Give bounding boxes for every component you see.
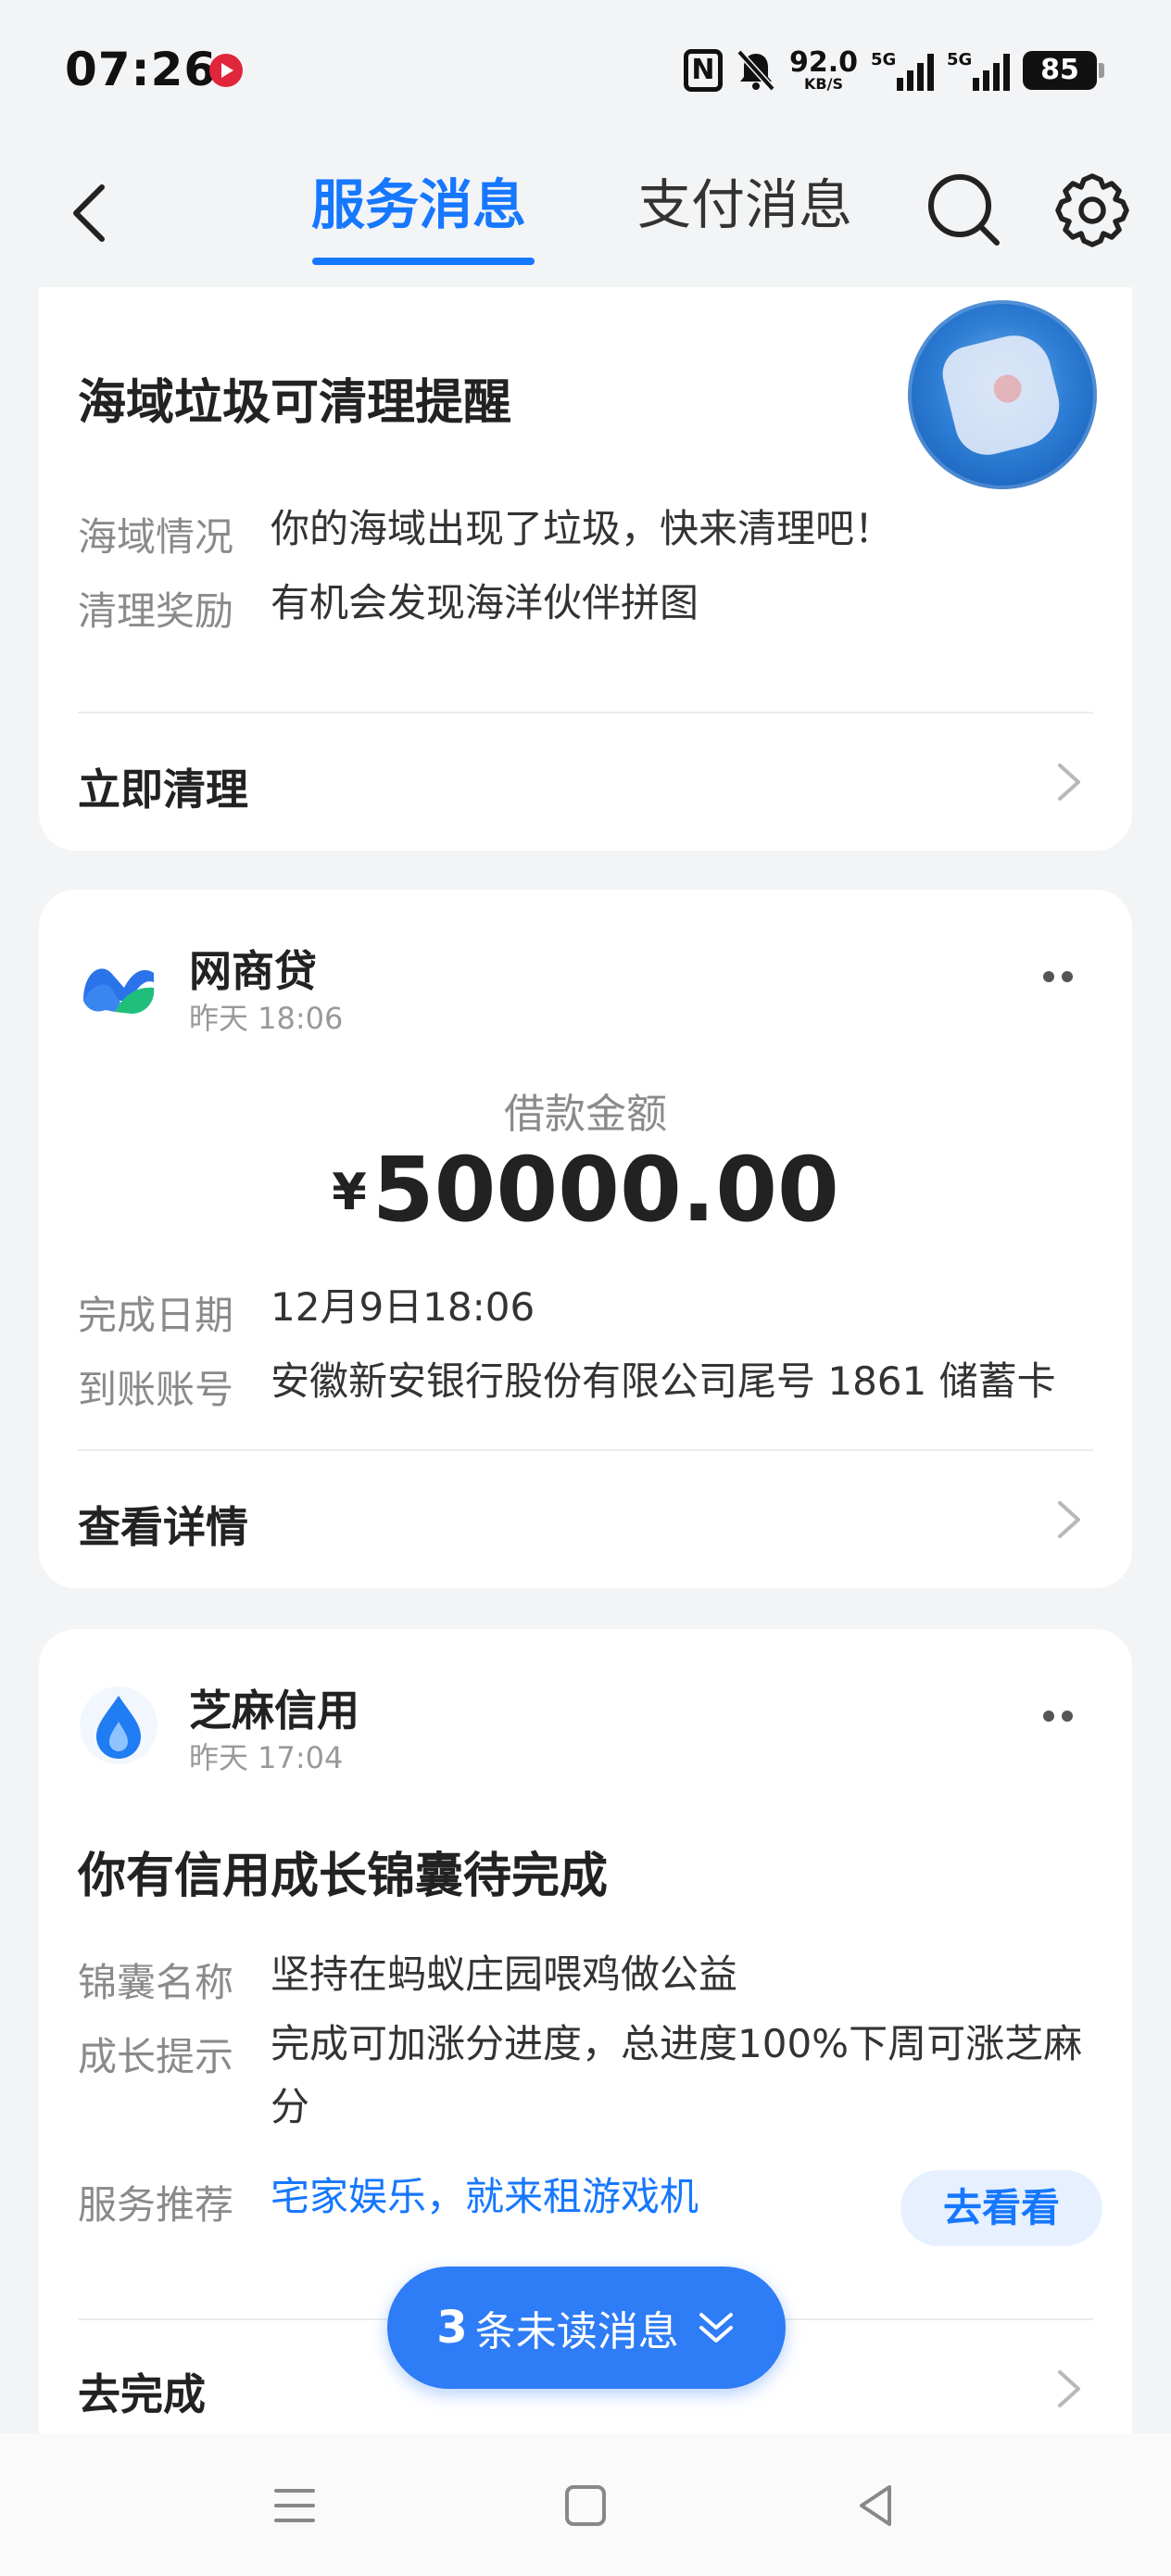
loan-amount: ¥50000.00 xyxy=(332,1138,839,1242)
battery-indicator: 85 xyxy=(1023,51,1104,90)
unread-label: 条未读消息 xyxy=(474,2308,679,2355)
status-icons: N 92.0 KB/S 5G 5G 85 xyxy=(683,44,1104,96)
back-triangle-icon[interactable] xyxy=(849,2478,904,2533)
signal-icon-2: 5G xyxy=(947,50,1010,91)
ocean-cleanup-card: 海域垃圾可清理提醒 海域情况 你的海域出现了垃圾，快来清理吧！ 清理奖励 有机会… xyxy=(39,287,1132,851)
chevron-right-icon[interactable] xyxy=(1052,1497,1086,1542)
chevron-right-icon[interactable] xyxy=(1052,760,1086,804)
divider xyxy=(78,712,1093,713)
card-header: 芝麻信用 昨天 17:04 xyxy=(78,1677,1097,1775)
app-name: 芝麻信用 xyxy=(189,1686,359,1736)
status-bar: 07:26 N 92.0 KB/S 5G 5G 85 xyxy=(0,0,1171,139)
network-speed: 92.0 KB/S xyxy=(788,46,858,93)
loan-card: 网商贷 昨天 18:06 借款金额 ¥50000.00 完成日期 12月9日18… xyxy=(39,890,1132,1588)
status-time: 07:26 xyxy=(65,43,218,96)
divider xyxy=(78,1449,1093,1451)
tab-payment-messages[interactable]: 支付消息 xyxy=(637,161,852,239)
chevron-right-icon[interactable] xyxy=(1052,2367,1086,2411)
mybank-logo-icon xyxy=(83,968,155,1014)
double-chevron-down-icon xyxy=(699,2313,733,2342)
active-tab-indicator xyxy=(312,258,535,265)
unread-messages-button[interactable]: 3 条未读消息 xyxy=(387,2267,786,2389)
search-icon[interactable] xyxy=(923,169,1004,250)
home-icon[interactable] xyxy=(558,2478,613,2533)
info-row: 锦囊名称 坚持在蚂蚁庄园喂鸡做公益 xyxy=(78,1951,738,2005)
card-title: 你有信用成长锦囊待完成 xyxy=(78,1849,609,1904)
system-nav-bar xyxy=(0,2433,1171,2576)
card-header: 网商贷 昨天 18:06 xyxy=(78,938,1097,1036)
recommend-link[interactable]: 宅家娱乐，就来租游戏机 xyxy=(271,2174,699,2230)
gear-icon[interactable] xyxy=(1052,170,1132,250)
more-options-icon[interactable] xyxy=(1030,958,1086,995)
info-row: 完成日期 12月9日18:06 xyxy=(78,1284,535,1338)
message-time: 昨天 17:04 xyxy=(189,1740,344,1775)
ocean-trash-image xyxy=(908,300,1097,489)
nfc-icon: N xyxy=(683,49,723,92)
amount-label: 借款金额 xyxy=(504,1091,667,1138)
tab-service-messages[interactable]: 服务消息 xyxy=(311,161,526,239)
info-row: 成长提示 完成可加涨分进度，总进度100%下周可涨芝麻分 xyxy=(78,2021,1083,2129)
back-arrow-icon[interactable] xyxy=(56,176,130,250)
bell-muted-icon xyxy=(737,49,775,92)
info-row: 清理奖励 有机会发现海洋伙伴拼图 xyxy=(78,580,699,634)
signal-icon-1: 5G xyxy=(871,50,934,91)
clean-now-link[interactable]: 立即清理 xyxy=(78,756,248,817)
view-details-link[interactable]: 查看详情 xyxy=(78,1494,248,1555)
app-name: 网商贷 xyxy=(189,946,317,996)
zhima-credit-logo-icon xyxy=(80,1686,157,1764)
message-time: 昨天 18:06 xyxy=(189,1001,344,1036)
info-row: 海域情况 你的海域出现了垃圾，快来清理吧！ xyxy=(78,506,894,560)
card-title: 海域垃圾可清理提醒 xyxy=(78,375,512,431)
unread-count: 3 xyxy=(436,2302,468,2354)
go-see-button[interactable]: 去看看 xyxy=(900,2170,1102,2246)
menu-icon[interactable] xyxy=(267,2478,322,2533)
info-row: 到账账号 安徽新安银行股份有限公司尾号 1861 储蓄卡 xyxy=(78,1358,1056,1412)
screen-record-icon xyxy=(209,54,243,87)
go-complete-link[interactable]: 去完成 xyxy=(78,2361,206,2422)
top-nav: 服务消息 支付消息 xyxy=(0,139,1171,285)
more-options-icon[interactable] xyxy=(1030,1698,1086,1735)
